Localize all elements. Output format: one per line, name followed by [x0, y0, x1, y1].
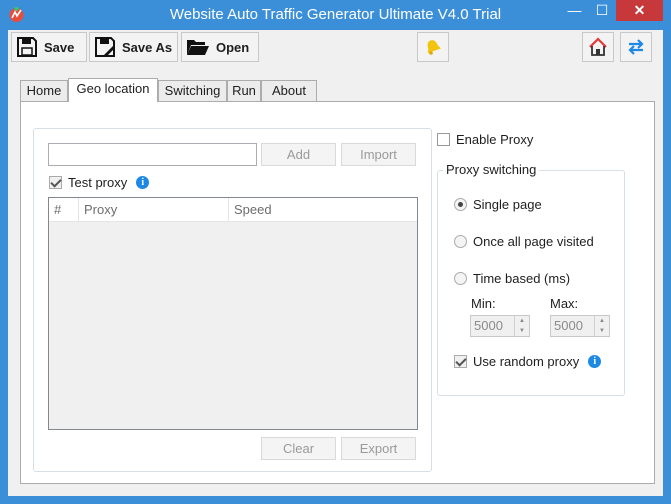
title-bar[interactable]: Website Auto Traffic Generator Ultimate … — [0, 0, 671, 30]
floppy-pencil-icon — [95, 37, 115, 57]
import-button[interactable]: Import — [341, 143, 416, 166]
max-stepper[interactable]: 5000 ▲ ▼ — [550, 315, 610, 337]
max-label: Max: — [550, 296, 579, 311]
radio-label: Single page — [473, 197, 542, 212]
column-header-proxy[interactable]: Proxy — [79, 198, 229, 222]
save-as-button[interactable]: Save As — [89, 32, 178, 62]
group-title: Proxy switching — [443, 162, 540, 177]
maximize-button[interactable]: ☐ — [589, 0, 615, 21]
column-header-number[interactable]: # — [49, 198, 79, 222]
open-label: Open — [216, 39, 250, 55]
info-icon[interactable]: i — [136, 176, 150, 189]
radio-dot[interactable] — [454, 235, 467, 248]
home-button[interactable] — [582, 32, 614, 62]
radio-dot[interactable] — [454, 272, 467, 285]
random-proxy-label: Use random proxy — [473, 354, 580, 369]
tab-switching[interactable]: Switching — [158, 80, 227, 101]
info-icon[interactable]: i — [588, 355, 602, 368]
min-stepper[interactable]: 5000 ▲ ▼ — [470, 315, 530, 337]
save-label: Save — [44, 39, 75, 55]
min-label: Min: — [471, 296, 496, 311]
tab-about[interactable]: About — [261, 80, 317, 101]
proxy-switching-group: Proxy switching Single page Once all pag… — [437, 162, 625, 396]
max-value: 5000 — [554, 318, 583, 333]
min-value: 5000 — [474, 318, 503, 333]
clear-button[interactable]: Clear — [261, 437, 336, 460]
test-proxy-checkbox[interactable]: Test proxy i — [49, 175, 150, 190]
notification-button[interactable] — [417, 32, 449, 62]
swap-arrows-icon — [628, 39, 644, 55]
up-arrow-icon[interactable]: ▲ — [595, 316, 609, 326]
app-window: Website Auto Traffic Generator Ultimate … — [0, 0, 671, 504]
save-button[interactable]: Save — [11, 32, 87, 62]
column-header-speed[interactable]: Speed — [229, 198, 417, 222]
export-button[interactable]: Export — [341, 437, 416, 460]
test-proxy-check-box[interactable] — [49, 176, 62, 189]
folder-open-icon — [187, 40, 209, 55]
radio-label: Time based (ms) — [473, 271, 571, 286]
open-button[interactable]: Open — [181, 32, 259, 62]
floppy-disk-icon — [17, 37, 37, 57]
proxy-table[interactable]: # Proxy Speed — [48, 197, 418, 430]
enable-proxy-label: Enable Proxy — [456, 132, 534, 147]
add-button[interactable]: Add — [261, 143, 336, 166]
min-stepper-arrows[interactable]: ▲ ▼ — [514, 316, 529, 336]
down-arrow-icon[interactable]: ▼ — [595, 326, 609, 336]
home-icon — [589, 37, 607, 56]
toolbar: Save Save As Open — [8, 30, 663, 64]
test-proxy-label: Test proxy — [68, 175, 128, 190]
tab-geo-location[interactable]: Geo location — [68, 78, 158, 102]
enable-proxy-check-box[interactable] — [437, 133, 450, 146]
proxy-table-header: # Proxy Speed — [49, 198, 417, 222]
up-arrow-icon[interactable]: ▲ — [515, 316, 529, 326]
bell-icon — [427, 40, 441, 55]
proxy-input[interactable] — [48, 143, 257, 166]
close-button[interactable]: ✕ — [616, 0, 663, 21]
geo-location-panel: Add Import Test proxy i # Proxy Speed Cl… — [20, 101, 655, 484]
random-proxy-check-box[interactable] — [454, 355, 467, 368]
radio-single-page[interactable]: Single page — [454, 197, 542, 212]
client-area: Save Save As Open Home Geo location Swit… — [8, 30, 663, 496]
down-arrow-icon[interactable]: ▼ — [515, 326, 529, 336]
random-proxy-checkbox[interactable]: Use random proxy i — [454, 354, 602, 369]
tab-run[interactable]: Run — [227, 80, 261, 101]
radio-time-based[interactable]: Time based (ms) — [454, 271, 570, 286]
radio-once-all-page-visited[interactable]: Once all page visited — [454, 234, 594, 249]
proxy-list-section: Add Import Test proxy i # Proxy Speed Cl… — [33, 128, 432, 472]
enable-proxy-checkbox[interactable]: Enable Proxy — [437, 132, 533, 147]
radio-label: Once all page visited — [473, 234, 594, 249]
save-as-label: Save As — [122, 39, 173, 55]
max-stepper-arrows[interactable]: ▲ ▼ — [594, 316, 609, 336]
radio-dot[interactable] — [454, 198, 467, 211]
minimize-button[interactable]: — — [561, 0, 588, 21]
switch-button[interactable] — [620, 32, 652, 62]
tab-home[interactable]: Home — [20, 80, 68, 101]
